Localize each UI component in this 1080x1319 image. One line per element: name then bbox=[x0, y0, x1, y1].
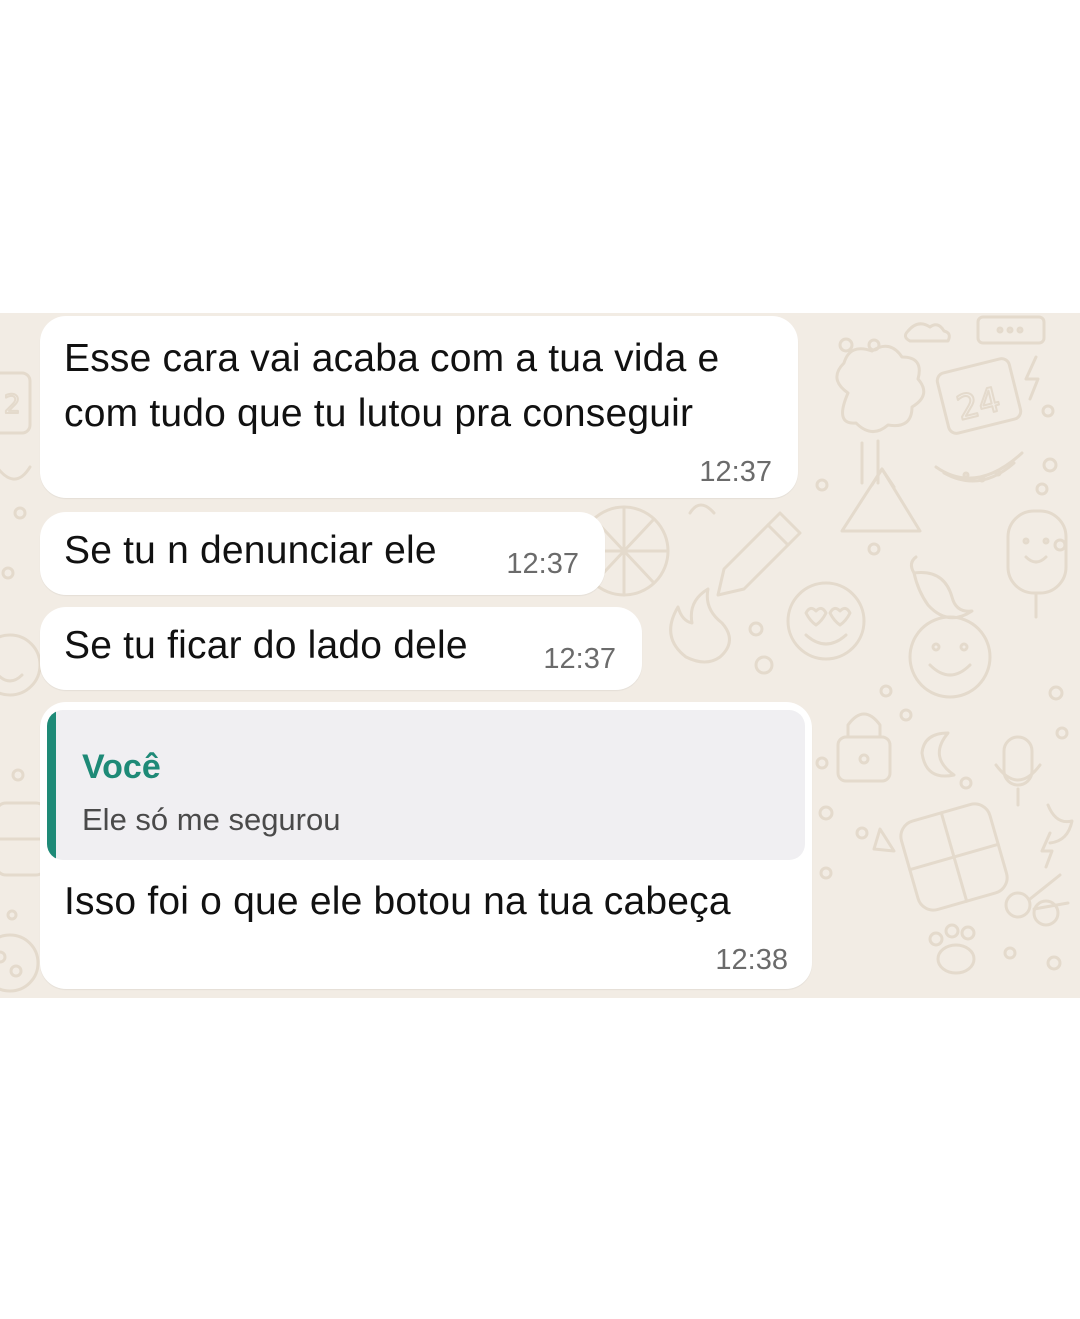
message-timestamp: 12:38 bbox=[715, 944, 788, 976]
quoted-message[interactable]: Você Ele só me segurou bbox=[47, 710, 805, 860]
chat-view[interactable]: 24 2 Esse cara vai acaba com a tua vida … bbox=[0, 313, 1080, 998]
message-timestamp: 12:37 bbox=[543, 643, 616, 675]
watermelon-icon bbox=[0, 465, 32, 481]
message-timestamp: 12:37 bbox=[699, 456, 772, 488]
ticket-icon bbox=[976, 315, 1046, 345]
quote-accent-bar bbox=[47, 710, 56, 860]
moon-icon bbox=[920, 731, 956, 778]
quoted-author: Você bbox=[82, 748, 161, 786]
scissors-icon bbox=[1004, 873, 1070, 927]
microphone-icon bbox=[994, 735, 1042, 807]
message-bubble[interactable]: Esse cara vai acaba com a tua vida e com… bbox=[40, 316, 798, 498]
lightning-icon bbox=[1040, 831, 1054, 869]
cloud-icon bbox=[903, 322, 951, 343]
pizza-icon bbox=[0, 933, 40, 993]
watermelon-icon bbox=[934, 451, 1024, 483]
calendar-icon: 24 bbox=[935, 357, 1023, 435]
message-bubble[interactable]: Se tu ficar do lado dele 12:37 bbox=[40, 607, 642, 690]
lightning-icon bbox=[1024, 355, 1040, 401]
calculator-icon bbox=[899, 802, 1009, 912]
popsicle-icon bbox=[1006, 509, 1068, 619]
padlock-icon bbox=[836, 712, 892, 783]
svg-text:24: 24 bbox=[953, 380, 1005, 429]
fire-icon bbox=[669, 587, 731, 664]
svg-text:2: 2 bbox=[4, 390, 21, 420]
message-text: Isso foi o que ele botou na tua cabeça bbox=[64, 880, 731, 923]
message-text: Se tu n denunciar ele bbox=[64, 529, 437, 572]
message-bubble[interactable]: Se tu n denunciar ele 12:37 bbox=[40, 512, 605, 595]
pencil-icon bbox=[716, 511, 802, 597]
message-timestamp: 12:37 bbox=[506, 548, 579, 580]
calendar-icon: 2 bbox=[0, 371, 32, 435]
mountain-icon bbox=[840, 467, 922, 533]
page: 24 2 Esse cara vai acaba com a tua vida … bbox=[0, 0, 1080, 1319]
heart-eyes-emoji-icon bbox=[786, 581, 866, 661]
message-text: Esse cara vai acaba com a tua vida e bbox=[64, 337, 720, 380]
smiley-icon bbox=[0, 633, 42, 697]
message-bubble[interactable]: Você Ele só me segurou Isso foi o que el… bbox=[40, 702, 812, 989]
message-text: com tudo que tu lutou pra conseguir bbox=[64, 392, 694, 435]
chili-icon bbox=[909, 555, 974, 620]
paw-icon bbox=[928, 923, 976, 975]
message-text: Se tu ficar do lado dele bbox=[64, 624, 468, 667]
quoted-text: Ele só me segurou bbox=[82, 802, 341, 837]
tree-icon bbox=[835, 344, 926, 485]
smiley-icon bbox=[908, 615, 992, 699]
